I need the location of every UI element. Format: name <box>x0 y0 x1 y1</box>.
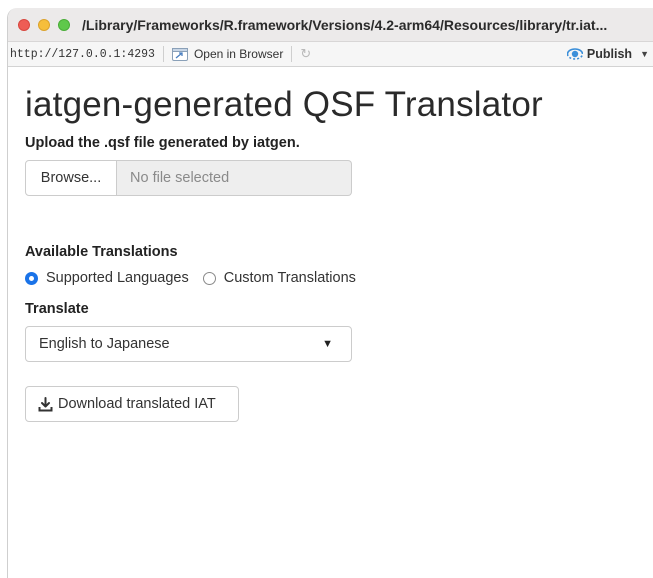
radio-supported-languages[interactable]: Supported Languages <box>25 270 189 286</box>
chevron-down-icon: ▼ <box>640 49 649 59</box>
radio-custom-translations[interactable]: Custom Translations <box>202 270 356 286</box>
download-icon <box>38 396 53 411</box>
page-title: iatgen-generated QSF Translator <box>25 85 543 124</box>
translate-selected-value: English to Japanese <box>39 336 170 352</box>
browse-button[interactable]: Browse... <box>25 160 117 196</box>
toolbar-divider <box>291 46 293 62</box>
window-title: /Library/Frameworks/R.framework/Versions… <box>82 16 608 33</box>
publish-icon <box>566 48 583 60</box>
radio-label: Custom Translations <box>223 270 356 286</box>
caret-down-icon: ▼ <box>322 338 333 350</box>
radio-unchecked-icon[interactable] <box>202 271 216 285</box>
radio-label: Supported Languages <box>46 270 189 286</box>
url-display: http://127.0.0.1:4293 <box>10 47 155 61</box>
file-name-field[interactable]: No file selected <box>117 160 352 196</box>
translations-radio-group: Supported Languages Custom Translations <box>25 270 653 286</box>
translate-label: Translate <box>25 301 89 317</box>
translations-label: Available Translations <box>25 244 178 260</box>
app-content: iatgen-generated QSF Translator Upload t… <box>8 67 653 422</box>
open-in-browser-label: Open in Browser <box>193 47 284 61</box>
upload-label: Upload the .qsf file generated by iatgen… <box>25 135 300 151</box>
translate-select[interactable]: English to Japanese ▼ <box>25 326 352 362</box>
minimize-window-button[interactable] <box>38 18 50 31</box>
title-bar: /Library/Frameworks/R.framework/Versions… <box>8 8 653 42</box>
zoom-window-button[interactable] <box>58 18 70 31</box>
download-label: Download translated IAT <box>58 396 216 412</box>
refresh-icon[interactable]: ↻ <box>300 47 314 61</box>
toolbar-divider <box>162 46 164 62</box>
radio-checked-icon[interactable] <box>25 271 38 285</box>
download-button[interactable]: Download translated IAT <box>25 386 239 422</box>
viewer-toolbar: http://127.0.0.1:4293 Open in Browser ↻ … <box>8 42 653 67</box>
open-in-browser-icon <box>171 47 188 61</box>
publish-button[interactable]: Publish ▼ <box>566 47 649 61</box>
open-in-browser-button[interactable]: Open in Browser <box>171 47 284 61</box>
close-window-button[interactable] <box>18 18 30 31</box>
publish-label: Publish <box>586 47 633 61</box>
viewer-window: /Library/Frameworks/R.framework/Versions… <box>7 8 653 578</box>
file-upload: Browse... No file selected <box>25 160 352 196</box>
